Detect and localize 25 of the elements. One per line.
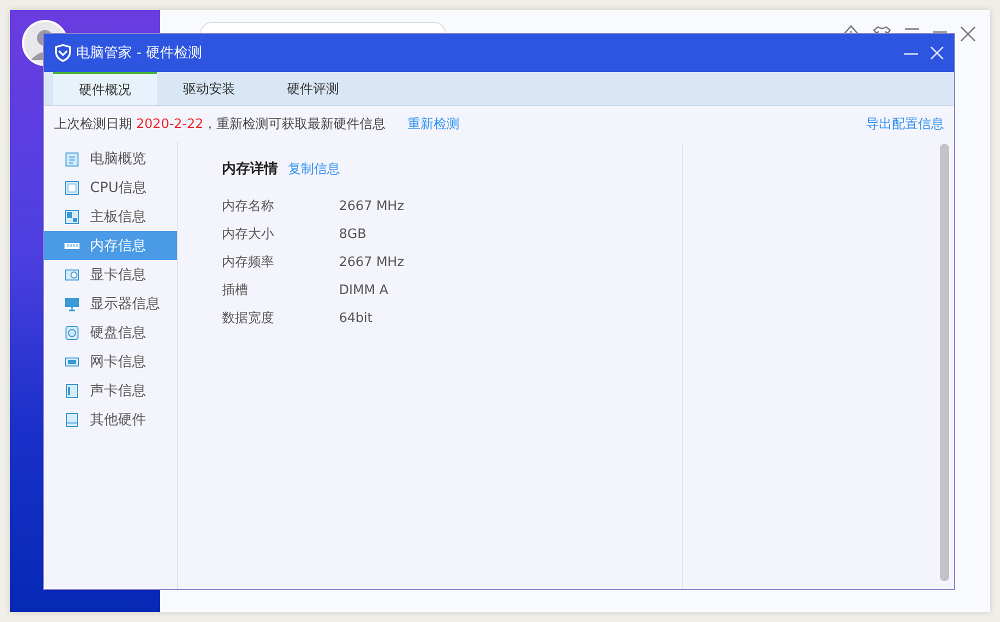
window-title: 电脑管家 - 硬件检测 xyxy=(76,44,202,62)
field-label: 数据宽度 xyxy=(222,310,275,327)
last-check-text: 上次检测日期 2020-2-22，重新检测可获取最新硬件信息 xyxy=(54,116,386,133)
field-value: 64bit xyxy=(339,310,373,326)
field-label: 内存名称 xyxy=(222,198,275,215)
details-title: 内存详情 xyxy=(222,160,278,178)
sidebar-item[interactable]: 硬盘信息 xyxy=(44,318,177,347)
sidebar-item[interactable]: 电脑概览 xyxy=(44,144,177,173)
sidebar-item[interactable]: 显卡信息 xyxy=(44,260,177,289)
field-label: 内存频率 xyxy=(222,254,275,271)
sidebar-item[interactable]: 其他硬件 xyxy=(44,405,177,434)
sidebar-item[interactable]: 主板信息 xyxy=(44,202,177,231)
field-value: 2667 MHz xyxy=(339,198,404,214)
field-value: DIMM A xyxy=(339,282,388,298)
sidebar-item[interactable]: 网卡信息 xyxy=(44,347,177,376)
tab[interactable]: 硬件概况 xyxy=(53,72,157,105)
field-value: 2667 MHz xyxy=(339,254,404,270)
sidebar-item[interactable]: CPU信息 xyxy=(44,173,177,202)
sidebar-item[interactable]: 声卡信息 xyxy=(44,376,177,405)
field-value: 8GB xyxy=(339,226,366,242)
field-label: 插槽 xyxy=(222,282,249,299)
tab[interactable]: 硬件评测 xyxy=(261,72,365,105)
field-label: 内存大小 xyxy=(222,226,275,243)
sidebar-item[interactable]: 显示器信息 xyxy=(44,289,177,318)
tab[interactable]: 驱动安装 xyxy=(157,72,261,105)
